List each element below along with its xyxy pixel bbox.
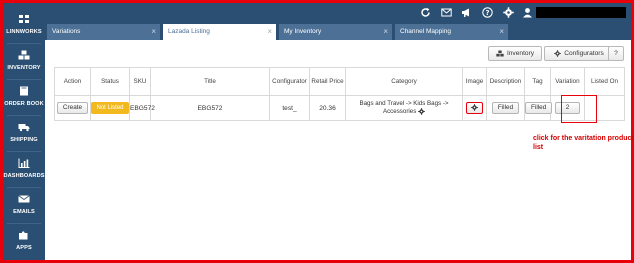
column-header: Title [150, 67, 270, 96]
sidebar-item-apps[interactable]: APPS [3, 225, 45, 263]
status-cell: Not Listed [90, 95, 130, 121]
column-header: Retail Price [309, 67, 346, 96]
user-icon[interactable] [522, 7, 533, 18]
tab-label: Channel Mapping [400, 28, 451, 35]
description-cell: Filled [486, 95, 525, 121]
mail-icon[interactable] [441, 7, 452, 18]
sidebar-divider [7, 43, 41, 44]
column-header: Listed On [584, 67, 625, 96]
column-header: Tag [524, 67, 551, 96]
listing-table: Action Status SKU Title Configurator Ret… [54, 67, 625, 121]
annotation-text: click for the varitation product list [533, 135, 634, 151]
tab-lazada-listing[interactable]: Lazada Listing × [163, 24, 276, 40]
tag-cell: Filled [524, 95, 553, 121]
sidebar-item-label: EMAILS [13, 209, 35, 215]
column-header: Description [486, 67, 525, 96]
tab-variations[interactable]: Variations × [47, 24, 160, 40]
cubes-icon [18, 50, 30, 60]
sidebar-item-label: SHIPPING [10, 137, 38, 143]
category-text: Bags and Travel -> Kids Bags -> Accessor… [359, 99, 449, 116]
book-icon [20, 86, 28, 96]
category-cell: Bags and Travel -> Kids Bags -> Accessor… [345, 95, 463, 121]
refresh-icon[interactable] [420, 7, 431, 18]
sidebar-divider [7, 79, 41, 80]
image-settings-button[interactable] [466, 102, 483, 114]
column-header: Variation [550, 67, 585, 96]
column-header: Category [345, 67, 463, 96]
create-button[interactable]: Create [56, 102, 89, 114]
description-button[interactable]: Filled [491, 102, 520, 114]
action-cell: Create [54, 95, 91, 121]
sidebar-item-label: ORDER BOOK [4, 101, 44, 107]
close-icon[interactable]: × [151, 24, 156, 40]
column-header: SKU [129, 67, 151, 96]
tab-my-inventory[interactable]: My Inventory × [279, 24, 392, 40]
gear-icon[interactable] [418, 108, 425, 115]
tag-button[interactable]: Filled [525, 102, 553, 114]
linnworks-logo-icon [19, 15, 29, 23]
help-button-label: ? [614, 50, 618, 57]
main-content: Inventory Configurators ? Action Status … [45, 40, 634, 260]
column-header: Image [462, 67, 487, 96]
table-row: Create Not Listed EBG572 EBG572 test_ 20… [54, 95, 625, 121]
variation-highlight-box [561, 95, 597, 123]
retail-price-cell: 20.36 [309, 95, 346, 121]
close-icon[interactable]: × [499, 24, 504, 40]
svg-text:?: ? [485, 9, 489, 17]
sidebar-item-label: APPS [16, 245, 32, 251]
title-cell: EBG572 [150, 95, 270, 121]
configurator-cell: test_ [269, 95, 310, 121]
close-icon[interactable]: × [383, 24, 388, 40]
column-header: Action [54, 67, 91, 96]
top-bar: ? [45, 3, 631, 22]
truck-icon [18, 124, 30, 132]
gear-icon [471, 104, 478, 111]
tab-label: Lazada Listing [168, 28, 210, 35]
image-cell [462, 95, 487, 121]
help-icon[interactable]: ? [482, 7, 493, 18]
megaphone-icon[interactable] [461, 7, 472, 18]
column-header: Configurator [269, 67, 310, 96]
sidebar-divider [7, 187, 41, 188]
inventory-button[interactable]: Inventory [488, 46, 542, 61]
tab-label: My Inventory [284, 28, 322, 35]
status-badge: Not Listed [91, 102, 129, 114]
sidebar-item-label: INVENTORY [7, 65, 41, 71]
envelope-icon [18, 195, 30, 203]
sidebar: LINNWORKS INVENTORY ORDER BOOK SHIPPING … [3, 3, 45, 260]
sku-cell: EBG572 [129, 95, 155, 121]
tab-label: Variations [52, 28, 81, 35]
tab-channel-mapping[interactable]: Channel Mapping × [395, 24, 508, 40]
puzzle-icon [19, 231, 28, 240]
gear-icon [554, 49, 562, 57]
close-icon[interactable]: × [267, 24, 272, 40]
sidebar-divider [7, 223, 41, 224]
help-button[interactable]: ? [608, 46, 624, 61]
sidebar-item-label: LINNWORKS [6, 29, 42, 35]
column-header: Status [90, 67, 130, 96]
configurators-button[interactable]: Configurators [544, 46, 614, 61]
configurators-button-label: Configurators [564, 50, 604, 57]
settings-icon[interactable] [503, 7, 514, 18]
table-header-row: Action Status SKU Title Configurator Ret… [54, 67, 625, 96]
user-name-redacted [536, 7, 626, 18]
cubes-icon [496, 50, 504, 57]
bar-chart-icon [18, 158, 30, 168]
inventory-button-label: Inventory [506, 50, 535, 57]
sidebar-item-label: DASHBOARDS [3, 173, 45, 179]
tab-bar: Variations × Lazada Listing × My Invento… [45, 22, 631, 40]
sidebar-divider [7, 151, 41, 152]
sidebar-divider [7, 115, 41, 116]
